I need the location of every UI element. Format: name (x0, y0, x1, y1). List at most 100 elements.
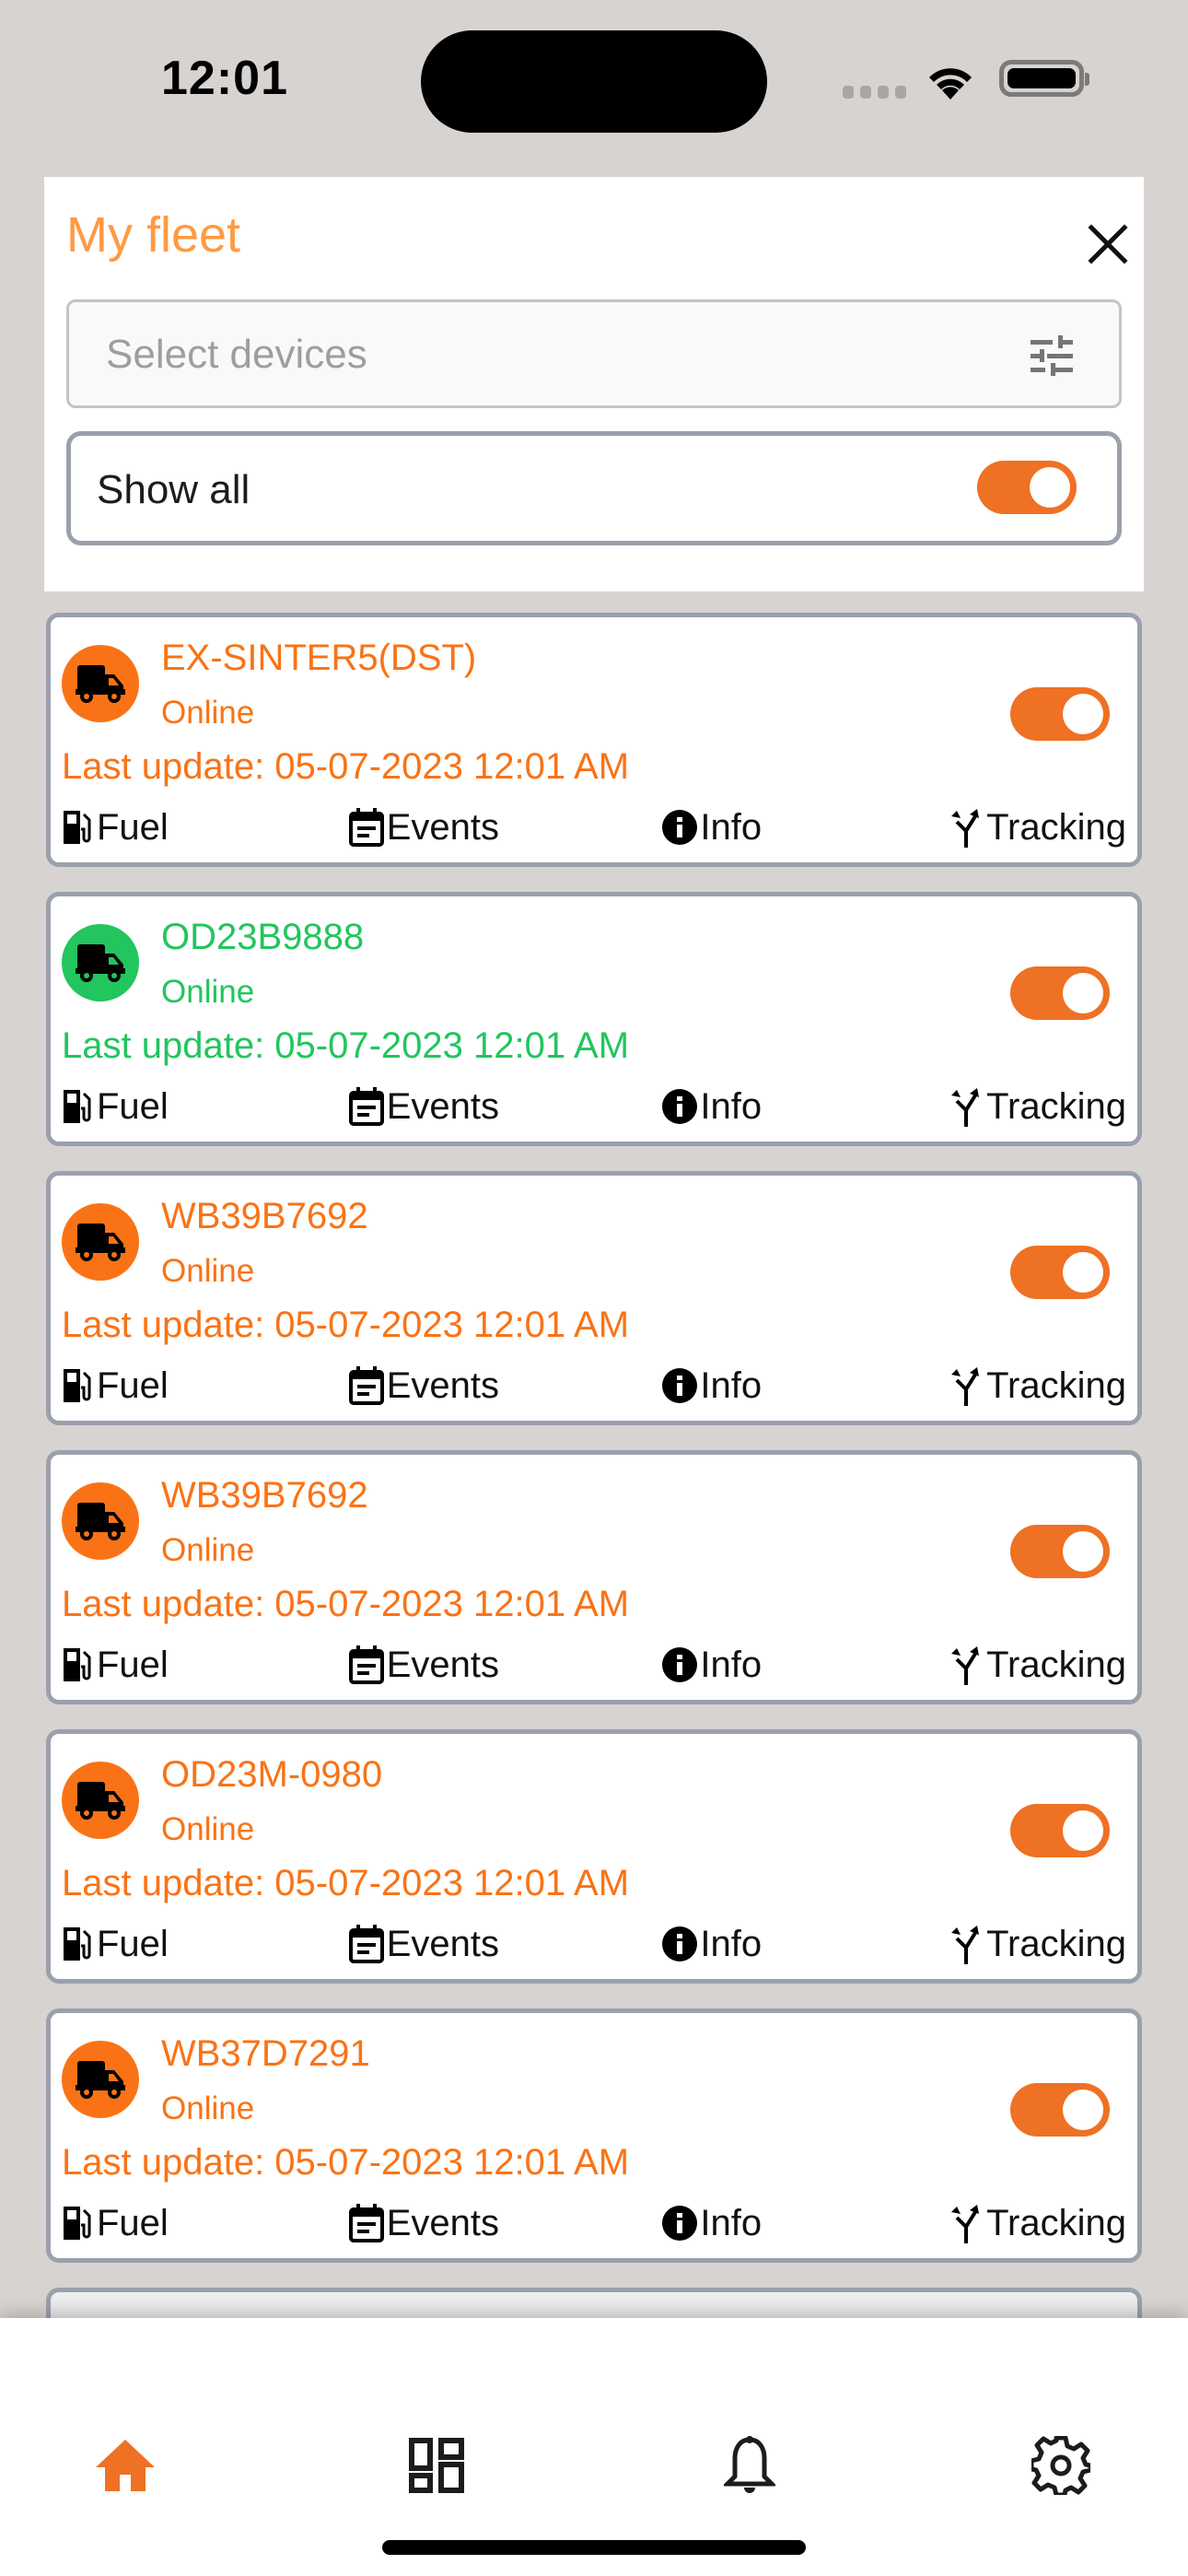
status-time: 12:01 (161, 52, 288, 105)
truck-avatar (62, 645, 139, 722)
info-icon (662, 1089, 698, 1124)
device-name: OD23B9888 (161, 917, 365, 957)
fuel-button[interactable]: Fuel (62, 2203, 338, 2244)
device-name: WB37D7291 (161, 2033, 370, 2074)
info-button[interactable]: Info (661, 1924, 938, 1965)
device-toggle[interactable] (1010, 1804, 1110, 1857)
info-button[interactable]: Info (661, 1365, 938, 1407)
tracking-label: Tracking (986, 806, 1126, 848)
events-button[interactable]: Events (348, 807, 652, 849)
device-card[interactable]: EX-SINTER5(DST) Online Last update: 05-0… (46, 613, 1142, 867)
device-name: WB39B7692 (161, 1196, 368, 1236)
fuel-label: Fuel (97, 1364, 169, 1406)
last-update: Last update: 05-07-2023 12:01 AM (62, 2142, 630, 2183)
info-label: Info (700, 1923, 763, 1964)
status-bar: 12:01 (0, 0, 1188, 157)
nav-notifications[interactable] (713, 2429, 786, 2502)
calendar-event-icon (348, 808, 384, 847)
device-card[interactable]: WB37D7291 Online Last update: 05-07-2023… (46, 2008, 1142, 2263)
truck-avatar (62, 2041, 139, 2118)
calendar-event-icon (348, 2204, 384, 2242)
card-actions: Fuel Events Info Tracking (62, 1081, 1126, 1132)
tracking-button[interactable]: Tracking (948, 807, 1126, 849)
last-update: Last update: 05-07-2023 12:01 AM (62, 1305, 630, 1345)
show-all-row: Show all (66, 431, 1122, 545)
events-label: Events (386, 1923, 499, 1964)
device-name: EX-SINTER5(DST) (161, 638, 477, 678)
events-button[interactable]: Events (348, 1924, 652, 1965)
device-status: Online (161, 1532, 255, 1568)
device-toggle[interactable] (1010, 2083, 1110, 2137)
info-button[interactable]: Info (661, 1086, 938, 1128)
truck-icon (76, 944, 125, 982)
fuel-button[interactable]: Fuel (62, 1924, 338, 1965)
close-button[interactable] (1076, 212, 1140, 276)
card-actions: Fuel Events Info Tracking (62, 1360, 1126, 1411)
bell-icon (724, 2436, 775, 2493)
device-card[interactable]: WB39B7692 Online Last update: 05-07-2023… (46, 1450, 1142, 1704)
last-update: Last update: 05-07-2023 12:01 AM (62, 746, 630, 787)
fuel-button[interactable]: Fuel (62, 1086, 338, 1128)
route-fork-icon (951, 809, 980, 848)
route-fork-icon (951, 1088, 980, 1127)
fuel-icon (64, 1648, 91, 1681)
tracking-button[interactable]: Tracking (948, 1086, 1126, 1128)
fuel-button[interactable]: Fuel (62, 1365, 338, 1407)
tracking-button[interactable]: Tracking (948, 1924, 1126, 1965)
tracking-button[interactable]: Tracking (948, 2203, 1126, 2244)
truck-avatar (62, 1482, 139, 1560)
info-button[interactable]: Info (661, 807, 938, 849)
info-button[interactable]: Info (661, 1645, 938, 1686)
battery-icon (999, 60, 1084, 97)
route-fork-icon (951, 2205, 980, 2243)
truck-avatar (62, 1203, 139, 1281)
truck-icon (76, 1503, 125, 1540)
device-list: EX-SINTER5(DST) Online Last update: 05-0… (46, 613, 1142, 2423)
events-label: Events (386, 1364, 499, 1406)
card-actions: Fuel Events Info Tracking (62, 2197, 1126, 2249)
calendar-event-icon (348, 1366, 384, 1405)
info-icon (662, 1647, 698, 1682)
truck-icon (76, 1224, 125, 1261)
events-label: Events (386, 806, 499, 848)
dashboard-icon (409, 2438, 464, 2493)
tracking-label: Tracking (986, 1923, 1126, 1964)
home-indicator[interactable] (382, 2540, 806, 2555)
device-toggle[interactable] (1010, 1525, 1110, 1578)
tune-filter-icon[interactable] (1031, 335, 1073, 376)
last-update: Last update: 05-07-2023 12:01 AM (62, 1863, 630, 1903)
show-all-toggle[interactable] (977, 461, 1077, 514)
tracking-button[interactable]: Tracking (948, 1365, 1126, 1407)
device-toggle[interactable] (1010, 966, 1110, 1020)
route-fork-icon (951, 1367, 980, 1406)
battery-cap (1085, 73, 1089, 86)
nav-settings[interactable] (1024, 2429, 1098, 2502)
tracking-button[interactable]: Tracking (948, 1645, 1126, 1686)
device-card[interactable]: OD23M-0980 Online Last update: 05-07-202… (46, 1729, 1142, 1984)
select-devices-input[interactable]: Select devices (66, 299, 1122, 408)
device-card[interactable]: OD23B9888 Online Last update: 05-07-2023… (46, 892, 1142, 1146)
fuel-icon (64, 1369, 91, 1402)
events-button[interactable]: Events (348, 1645, 652, 1686)
info-icon (662, 810, 698, 845)
info-icon (662, 1368, 698, 1403)
truck-icon (76, 1782, 125, 1820)
route-fork-icon (951, 1646, 980, 1685)
fuel-button[interactable]: Fuel (62, 807, 338, 849)
truck-avatar (62, 924, 139, 1001)
device-toggle[interactable] (1010, 687, 1110, 741)
device-card[interactable]: WB39B7692 Online Last update: 05-07-2023… (46, 1171, 1142, 1425)
events-button[interactable]: Events (348, 2203, 652, 2244)
fuel-label: Fuel (97, 1644, 169, 1685)
device-toggle[interactable] (1010, 1246, 1110, 1299)
events-button[interactable]: Events (348, 1365, 652, 1407)
nav-dashboard[interactable] (400, 2429, 473, 2502)
info-label: Info (700, 1644, 763, 1685)
events-button[interactable]: Events (348, 1086, 652, 1128)
device-status: Online (161, 2090, 255, 2126)
calendar-event-icon (348, 1087, 384, 1126)
info-button[interactable]: Info (661, 2203, 938, 2244)
fuel-button[interactable]: Fuel (62, 1645, 338, 1686)
nav-home[interactable] (88, 2429, 162, 2502)
select-devices-placeholder: Select devices (106, 332, 367, 377)
